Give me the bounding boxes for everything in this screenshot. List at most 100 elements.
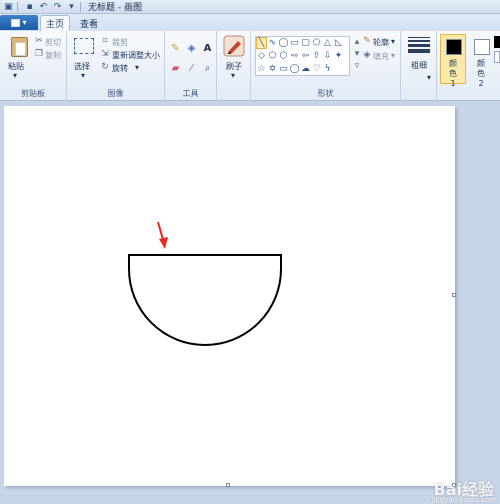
app-menu-button[interactable]: ▾ bbox=[0, 15, 38, 30]
select-button[interactable]: 选择 ▾ bbox=[70, 33, 98, 83]
line-shape-icon[interactable]: ╲ bbox=[256, 37, 267, 49]
outline-icon: ✎ bbox=[363, 36, 371, 46]
image-group: 选择 ▾ ⌗ 裁剪 ⇲ 重新调整大小 ↻ 旋转 ▾ 图像 bbox=[67, 31, 165, 101]
color1-label: 颜色 1 bbox=[449, 59, 457, 88]
brush-icon bbox=[223, 35, 245, 57]
resize-button[interactable]: 重新调整大小 bbox=[112, 50, 160, 61]
color2-swatch bbox=[474, 39, 490, 55]
six-point-star-shape-icon[interactable]: ✡ bbox=[267, 63, 278, 75]
left-arrow-shape-icon[interactable]: ⇦ bbox=[300, 50, 311, 62]
image-group-label: 图像 bbox=[107, 89, 124, 98]
rotate-icon: ↻ bbox=[101, 62, 109, 72]
copy-icon: ❐ bbox=[34, 49, 44, 59]
chevron-down-icon: ▾ bbox=[231, 71, 236, 80]
palette-swatch-black[interactable] bbox=[494, 36, 500, 48]
tab-home[interactable]: 主页 bbox=[40, 15, 70, 31]
undo-icon[interactable]: ↶ bbox=[38, 1, 49, 12]
polygon-shape-icon[interactable]: ⬠ bbox=[311, 37, 322, 49]
lightning-shape-icon[interactable]: ϟ bbox=[322, 63, 333, 75]
fill-button[interactable]: 填充 bbox=[373, 51, 389, 62]
callout-cloud-shape-icon[interactable]: ☁ bbox=[300, 63, 311, 75]
heart-shape-icon[interactable]: ♡ bbox=[311, 63, 322, 75]
drawing-canvas[interactable] bbox=[4, 106, 455, 486]
chevron-down-icon: ▾ bbox=[391, 37, 396, 46]
palette-swatch-white[interactable] bbox=[494, 51, 500, 63]
color-picker-icon[interactable]: ⁄ bbox=[184, 61, 199, 75]
save-icon[interactable]: ▪ bbox=[24, 1, 35, 12]
pentagon-shape-icon[interactable]: ⬠ bbox=[267, 50, 278, 62]
cut-button[interactable]: 剪切 bbox=[45, 37, 61, 48]
paste-button[interactable]: 粘贴 ▾ bbox=[2, 33, 32, 83]
line-width-icon bbox=[408, 37, 430, 57]
gallery-expand-icon[interactable]: ▿ bbox=[352, 61, 362, 71]
resize-icon: ⇲ bbox=[101, 49, 109, 59]
curve-shape-icon[interactable]: ∿ bbox=[267, 37, 278, 49]
crop-icon: ⌗ bbox=[102, 36, 108, 46]
oval-shape-icon[interactable]: ◯ bbox=[278, 37, 289, 49]
color1-swatch bbox=[446, 39, 462, 55]
workspace: Bai经验 jingyan.baidu.com bbox=[0, 102, 500, 504]
shapes-group: ╲ ∿ ◯ ▭ ▢ ⬠ △ ◺ ◇ ⬠ ⬡ ⇨ ⇦ ⇧ ⇩ ✦ ☆ ✡ ▭ ◯ … bbox=[251, 31, 401, 101]
four-point-star-shape-icon[interactable]: ✦ bbox=[333, 50, 344, 62]
triangle-shape-icon[interactable]: △ bbox=[322, 37, 333, 49]
color2-label: 颜色 2 bbox=[477, 59, 485, 88]
color2-button[interactable]: 颜色 2 bbox=[468, 34, 494, 88]
outline-button[interactable]: 轮廓 bbox=[373, 37, 389, 48]
canvas-resize-handle-bottom[interactable] bbox=[226, 483, 230, 487]
chevron-down-icon: ▾ bbox=[427, 73, 432, 82]
chevron-down-icon: ▾ bbox=[81, 71, 86, 80]
fill-icon: ◈ bbox=[363, 50, 371, 60]
rectangle-shape-icon[interactable]: ▭ bbox=[289, 37, 300, 49]
ribbon: 粘贴 ▾ ✂ 剪切 ❐ 复制 剪贴板 选择 ▾ ⌗ 裁剪 ⇲ 重新调整大小 ↻ … bbox=[0, 31, 500, 101]
text-tool-icon[interactable]: A bbox=[200, 41, 215, 55]
eraser-icon[interactable]: ▰ bbox=[168, 61, 183, 75]
baidu-watermark-url: jingyan.baidu.com bbox=[431, 496, 496, 504]
paste-icon bbox=[11, 37, 28, 57]
rounded-rectangle-shape-icon[interactable]: ▢ bbox=[300, 37, 311, 49]
down-arrow-shape-icon[interactable]: ⇩ bbox=[322, 50, 333, 62]
canvas-resize-handle-right[interactable] bbox=[452, 293, 456, 297]
redo-icon[interactable]: ↷ bbox=[52, 1, 63, 12]
selection-icon bbox=[74, 38, 94, 54]
star-shape-icon[interactable]: ☆ bbox=[256, 63, 267, 75]
separator bbox=[17, 1, 18, 12]
pencil-icon[interactable]: ✎ bbox=[168, 41, 183, 55]
chevron-down-icon: ▾ bbox=[391, 51, 396, 60]
size-label: 粗细 bbox=[411, 61, 427, 70]
callout-oval-shape-icon[interactable]: ◯ bbox=[289, 63, 300, 75]
canvas-drawing bbox=[128, 221, 282, 346]
hexagon-shape-icon[interactable]: ⬡ bbox=[278, 50, 289, 62]
right-arrow-shape-icon[interactable]: ⇨ bbox=[289, 50, 300, 62]
crop-button[interactable]: 裁剪 bbox=[112, 37, 128, 48]
brushes-group: 刷子 ▾ bbox=[217, 31, 251, 101]
ribbon-tab-row: ▾ 主页 查看 bbox=[0, 14, 500, 31]
paint-menu-icon bbox=[11, 18, 21, 27]
shapes-group-label: 形状 bbox=[317, 89, 334, 98]
semicircle-shape bbox=[128, 254, 282, 346]
size-button[interactable]: 粗细 ▾ bbox=[403, 33, 435, 88]
scroll-up-icon[interactable]: ▴ bbox=[352, 37, 362, 47]
tab-view[interactable]: 查看 bbox=[74, 15, 104, 31]
up-arrow-shape-icon[interactable]: ⇧ bbox=[311, 50, 322, 62]
color1-button[interactable]: 颜色 1 bbox=[440, 34, 466, 88]
fill-bucket-icon[interactable]: ◈ bbox=[184, 41, 199, 55]
rotate-button[interactable]: 旋转 bbox=[112, 63, 128, 74]
customize-quick-access-icon[interactable]: ▾ bbox=[66, 1, 77, 12]
scroll-down-icon[interactable]: ▾ bbox=[352, 49, 362, 59]
chevron-down-icon: ▾ bbox=[13, 71, 18, 80]
tools-group: ✎ ◈ A ▰ ⁄ ⌕ 工具 bbox=[165, 31, 217, 101]
chevron-down-icon: ▾ bbox=[135, 63, 140, 72]
annotation-arrow-head bbox=[159, 237, 168, 249]
magnifier-icon[interactable]: ⌕ bbox=[200, 61, 215, 75]
diamond-shape-icon[interactable]: ◇ bbox=[256, 50, 267, 62]
title-bar: ▣ ▪ ↶ ↷ ▾ 无标题 - 画图 bbox=[0, 0, 500, 14]
chevron-down-icon: ▾ bbox=[22, 18, 27, 27]
window-title: 无标题 - 画图 bbox=[88, 3, 142, 13]
size-group: 粗细 ▾ bbox=[401, 31, 437, 101]
brushes-button[interactable]: 刷子 ▾ bbox=[219, 33, 249, 83]
callout-rect-shape-icon[interactable]: ▭ bbox=[278, 63, 289, 75]
app-icon[interactable]: ▣ bbox=[3, 1, 14, 12]
copy-button[interactable]: 复制 bbox=[45, 50, 61, 61]
right-triangle-shape-icon[interactable]: ◺ bbox=[333, 37, 344, 49]
clipboard-group: 粘贴 ▾ ✂ 剪切 ❐ 复制 剪贴板 bbox=[0, 31, 67, 101]
